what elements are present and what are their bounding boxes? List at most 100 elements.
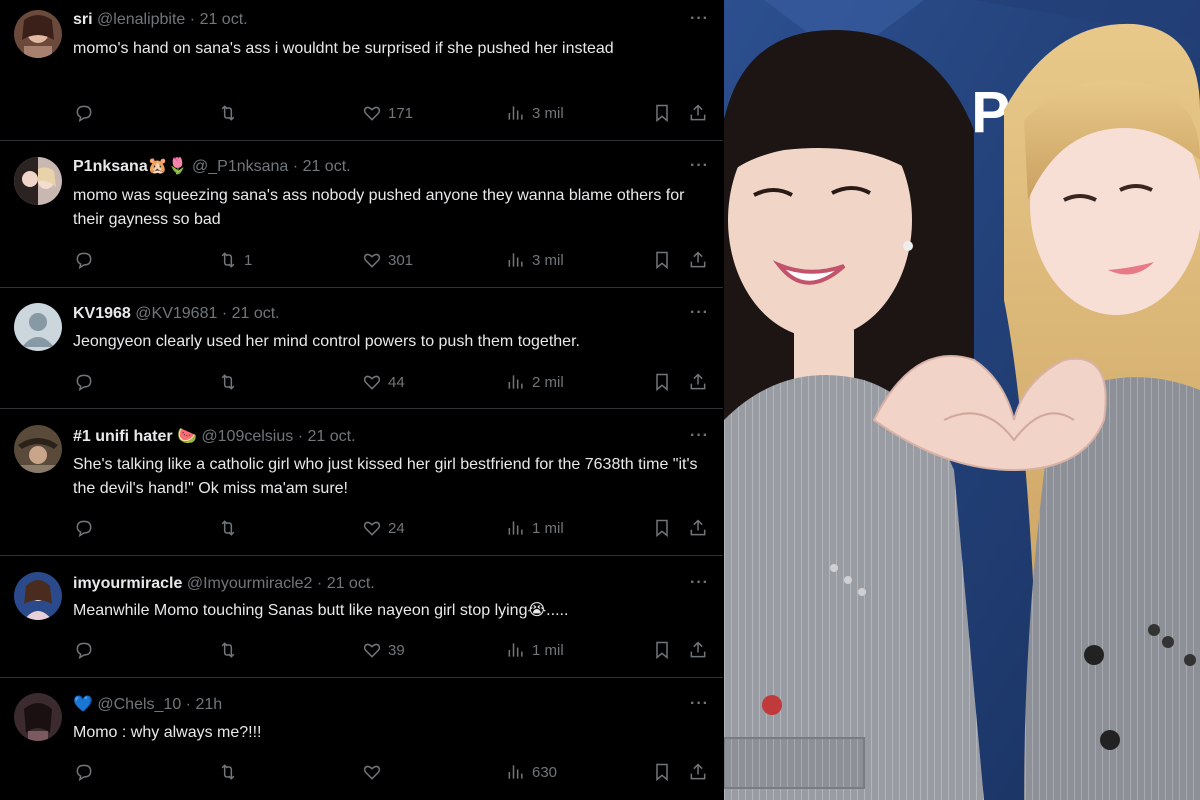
share-button[interactable] bbox=[688, 516, 708, 540]
like-button[interactable]: 24 bbox=[362, 516, 405, 540]
bookmark-icon bbox=[656, 641, 668, 660]
views-button[interactable]: 3 mil bbox=[506, 248, 564, 272]
bookmark-button[interactable] bbox=[652, 516, 672, 540]
reply-button[interactable] bbox=[74, 101, 100, 125]
avatar[interactable] bbox=[14, 572, 62, 620]
reply-button[interactable] bbox=[74, 516, 100, 540]
handle[interactable]: @109celsius bbox=[201, 428, 293, 445]
tweet-header: P1nksana🐹🌷 @_P1nksana · 21 oct. bbox=[73, 157, 663, 177]
avatar[interactable] bbox=[14, 425, 62, 473]
reply-button[interactable] bbox=[74, 760, 100, 784]
share-button[interactable] bbox=[688, 760, 708, 784]
timestamp[interactable]: 21 oct. bbox=[303, 158, 351, 175]
like-icon bbox=[363, 521, 381, 536]
tweet[interactable]: #1 unifi hater 🍉 @109celsius · 21 oct. ·… bbox=[0, 409, 723, 556]
reply-icon bbox=[76, 642, 92, 660]
views-icon bbox=[508, 106, 523, 120]
tweet[interactable]: imyourmiracle @Imyourmiracle2 · 21 oct. … bbox=[0, 556, 723, 678]
tweet[interactable]: P1nksana🐹🌷 @_P1nksana · 21 oct. ··· momo… bbox=[0, 141, 723, 288]
views-button[interactable]: 1 mil bbox=[506, 516, 564, 540]
timestamp[interactable]: 21 oct. bbox=[327, 575, 375, 592]
handle[interactable]: @_P1nksana bbox=[192, 158, 288, 175]
retweet-button[interactable] bbox=[218, 101, 244, 125]
more-icon[interactable]: ··· bbox=[690, 427, 709, 445]
reply-icon bbox=[76, 764, 92, 782]
view-count: 1 mil bbox=[532, 519, 564, 537]
retweet-icon bbox=[221, 374, 235, 390]
view-count: 1 mil bbox=[532, 641, 564, 659]
share-icon bbox=[690, 641, 706, 658]
bookmark-icon bbox=[656, 519, 668, 538]
display-name[interactable]: P1nksana bbox=[73, 158, 148, 175]
timestamp[interactable]: 21 oct. bbox=[307, 428, 355, 445]
tweet[interactable]: sri @lenalipbite · 21 oct. ··· momo's ha… bbox=[0, 0, 723, 141]
retweet-button[interactable] bbox=[218, 760, 244, 784]
more-icon[interactable]: ··· bbox=[690, 157, 709, 175]
reply-button[interactable] bbox=[74, 638, 100, 662]
views-button[interactable]: 1 mil bbox=[506, 638, 564, 662]
like-button[interactable] bbox=[362, 760, 388, 784]
avatar[interactable] bbox=[14, 693, 62, 741]
display-name[interactable]: sri bbox=[73, 11, 93, 28]
reply-icon bbox=[76, 105, 92, 123]
name-emoji: 🐹🌷 bbox=[147, 158, 188, 175]
bookmark-button[interactable] bbox=[652, 101, 672, 125]
retweet-button[interactable] bbox=[218, 638, 244, 662]
avatar[interactable] bbox=[14, 10, 62, 58]
timestamp[interactable]: 21 oct. bbox=[200, 11, 248, 28]
bookmark-icon bbox=[656, 763, 668, 782]
separator: · bbox=[221, 305, 228, 322]
tweet[interactable]: 💙 @Chels_10 · 21h ··· Momo : why always … bbox=[0, 678, 723, 800]
like-icon bbox=[363, 765, 381, 780]
more-icon[interactable]: ··· bbox=[690, 695, 709, 713]
handle[interactable]: @Imyourmiracle2 bbox=[187, 575, 313, 592]
retweet-count: 1 bbox=[244, 251, 253, 269]
separator: · bbox=[185, 696, 191, 713]
bookmark-button[interactable] bbox=[652, 370, 672, 394]
bookmark-button[interactable] bbox=[652, 760, 672, 784]
views-button[interactable]: 630 bbox=[506, 760, 557, 784]
like-button[interactable]: 171 bbox=[362, 101, 413, 125]
reply-button[interactable] bbox=[74, 248, 100, 272]
more-icon[interactable]: ··· bbox=[690, 304, 709, 322]
timestamp[interactable]: 21h bbox=[195, 696, 222, 713]
display-name[interactable]: #1 unifi hater bbox=[73, 428, 173, 445]
tweet-feed: sri @lenalipbite · 21 oct. ··· momo's ha… bbox=[0, 0, 723, 800]
share-button[interactable] bbox=[688, 370, 708, 394]
bookmark-button[interactable] bbox=[652, 638, 672, 662]
like-button[interactable]: 39 bbox=[362, 638, 405, 662]
handle[interactable]: @Chels_10 bbox=[97, 696, 181, 713]
reply-icon bbox=[76, 374, 92, 392]
views-button[interactable]: 3 mil bbox=[506, 101, 564, 125]
tweet-actions: 39 1 mil bbox=[0, 638, 723, 662]
more-icon[interactable]: ··· bbox=[690, 574, 709, 592]
display-name[interactable]: imyourmiracle bbox=[73, 575, 182, 592]
avatar[interactable] bbox=[14, 303, 62, 351]
display-name[interactable]: KV1968 bbox=[73, 305, 131, 322]
reply-icon bbox=[76, 520, 92, 538]
view-count: 3 mil bbox=[532, 251, 564, 269]
tweet-actions: 171 3 mil bbox=[0, 101, 723, 125]
event-photo: K·P bbox=[724, 0, 1200, 800]
bookmark-icon bbox=[656, 373, 668, 392]
reply-icon bbox=[76, 252, 92, 270]
retweet-button[interactable]: 1 bbox=[218, 248, 252, 272]
tweet[interactable]: KV1968 @KV19681 · 21 oct. ··· Jeongyeon … bbox=[0, 288, 723, 409]
tweet-text: Momo : why always me?!!! bbox=[73, 724, 262, 741]
views-button[interactable]: 2 mil bbox=[506, 370, 564, 394]
like-button[interactable]: 44 bbox=[362, 370, 405, 394]
share-button[interactable] bbox=[688, 101, 708, 125]
reply-button[interactable] bbox=[74, 370, 100, 394]
like-count: 24 bbox=[388, 519, 405, 537]
timestamp[interactable]: 21 oct. bbox=[232, 305, 280, 322]
handle[interactable]: @KV19681 bbox=[135, 305, 217, 322]
handle[interactable]: @lenalipbite bbox=[97, 11, 185, 28]
more-icon[interactable]: ··· bbox=[690, 10, 709, 28]
retweet-button[interactable] bbox=[218, 370, 244, 394]
share-button[interactable] bbox=[688, 638, 708, 662]
like-button[interactable]: 301 bbox=[362, 248, 413, 272]
share-button[interactable] bbox=[688, 248, 708, 272]
avatar[interactable] bbox=[14, 157, 62, 205]
bookmark-button[interactable] bbox=[652, 248, 672, 272]
retweet-button[interactable] bbox=[218, 516, 244, 540]
